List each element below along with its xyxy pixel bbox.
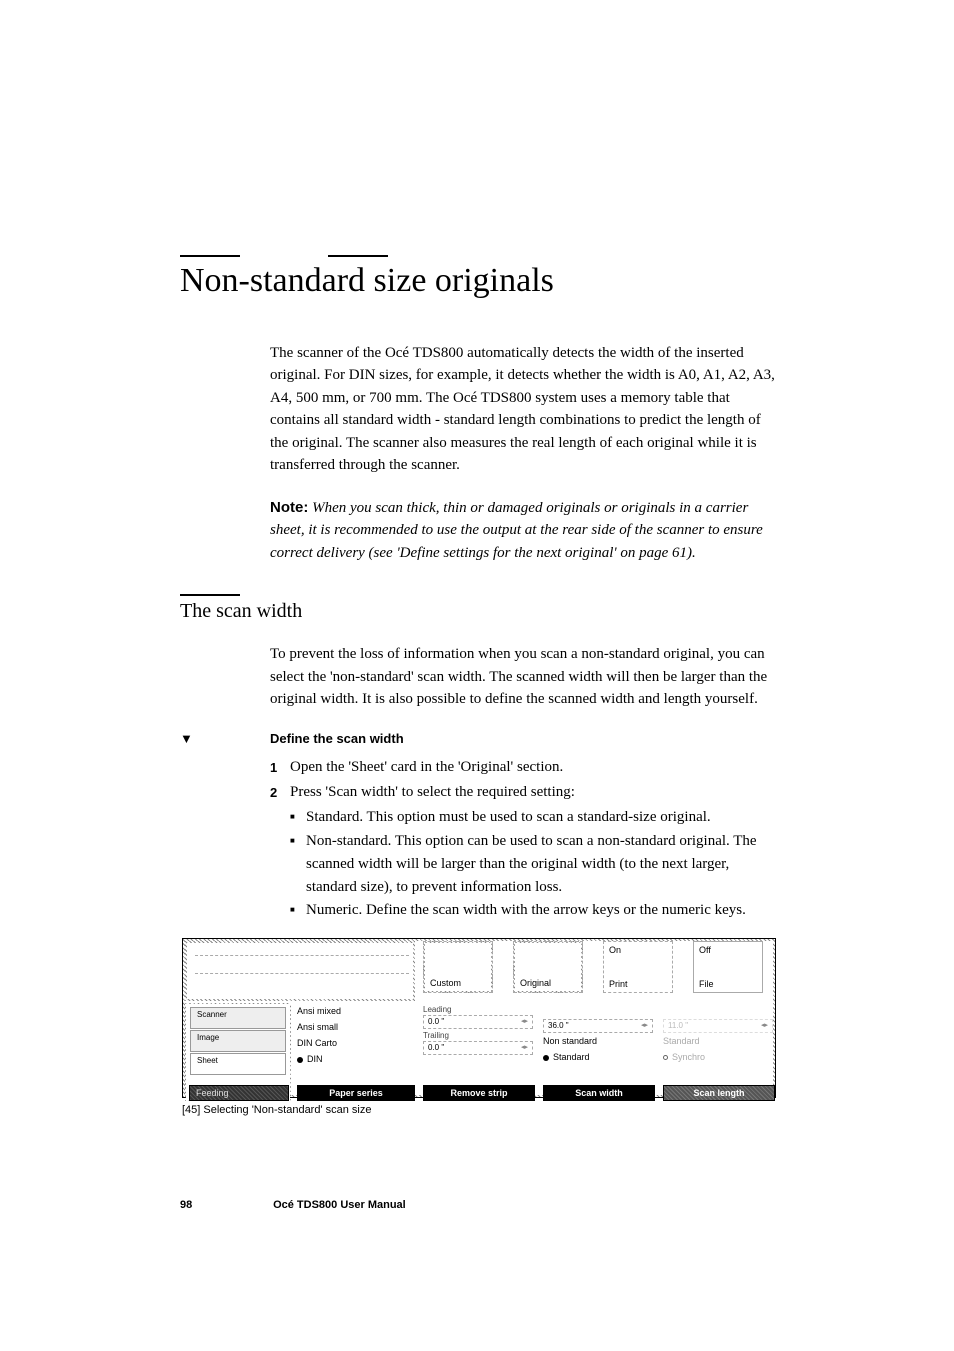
scan-length-column: 11.0 "◂▸ Standard Synchro: [663, 1003, 773, 1083]
side-tab-sheet: Sheet: [190, 1053, 286, 1075]
opt-length-synchro: Synchro: [663, 1049, 773, 1065]
top-tab-file: Off File: [693, 941, 763, 993]
top-tab-print-label: Print: [609, 979, 628, 989]
btn-scan-width: Scan width: [543, 1085, 655, 1101]
procedure-marker-icon: ▼: [180, 731, 193, 747]
paper-series-column: Ansi mixed Ansi small DIN Carto DIN: [297, 1003, 415, 1083]
trailing-value: 0.0 "◂▸: [423, 1041, 533, 1055]
top-tab-print: On Print: [603, 941, 673, 993]
panel-top-left-area: [185, 941, 415, 1001]
step-1-number: 1: [270, 758, 277, 778]
title-rule-left: [180, 255, 240, 257]
step-1: 1 Open the 'Sheet' card in the 'Original…: [270, 756, 780, 779]
note-text: When you scan thick, thin or damaged ori…: [270, 500, 763, 561]
step-2: 2 Press 'Scan width' to select the requi…: [270, 781, 780, 804]
top-tab-print-status: On: [609, 945, 621, 955]
opt-din-label: DIN: [307, 1054, 323, 1064]
leading-label: Leading: [423, 1005, 533, 1014]
subsection-rule: [180, 594, 240, 596]
stepper-icon: ◂▸: [521, 1042, 528, 1054]
opt-synchro-label: Synchro: [672, 1052, 705, 1062]
footer-text: Océ TDS800 User Manual: [273, 1199, 406, 1211]
note-paragraph: Note: When you scan thick, thin or damag…: [270, 497, 780, 565]
opt-standard: Standard: [543, 1049, 653, 1065]
top-tab-file-status: Off: [699, 945, 711, 955]
intro-paragraph: The scanner of the Océ TDS800 automatica…: [270, 342, 780, 477]
page-number: 98: [180, 1199, 270, 1211]
procedure-title: Define the scan width: [270, 731, 780, 746]
leading-value: 0.0 "◂▸: [423, 1015, 533, 1029]
bullet-2: Non-standard. This option can be used to…: [290, 830, 780, 900]
scan-length-value: 11.0 "◂▸: [663, 1019, 773, 1033]
top-tab-file-label: File: [699, 979, 714, 989]
subsection-title: The scan width: [180, 600, 780, 623]
bullet-1: Standard. This option must be used to sc…: [290, 806, 780, 829]
btn-paper-series: Paper series: [297, 1085, 415, 1101]
opt-non-standard: Non standard: [543, 1033, 653, 1049]
remove-strip-column: Leading 0.0 "◂▸ Trailing 0.0 "◂▸: [423, 1003, 533, 1083]
top-tab-custom: Custom: [423, 941, 493, 993]
scan-width-column: 36.0 "◂▸ Non standard Standard: [543, 1003, 653, 1083]
btn-scan-length: Scan length: [663, 1085, 775, 1101]
stepper-icon: ◂▸: [761, 1020, 768, 1032]
scanner-panel-figure: Custom Original OnPrint OffFile Scanner …: [182, 938, 776, 1098]
panel-bottom-row: Feeding Paper series Remove strip Scan w…: [185, 1085, 773, 1101]
step-2-text: Press 'Scan width' to select the require…: [290, 784, 575, 800]
step-2-number: 2: [270, 783, 277, 803]
opt-length-standard: Standard: [663, 1033, 773, 1049]
trailing-label: Trailing: [423, 1031, 533, 1040]
top-tab-original-label: Original: [520, 978, 551, 988]
page-title: Non-standard size originals: [180, 261, 780, 302]
opt-ansi-small: Ansi small: [297, 1019, 415, 1035]
opt-ansi-mixed: Ansi mixed: [297, 1003, 415, 1019]
btn-remove-strip: Remove strip: [423, 1085, 535, 1101]
step-1-text: Open the 'Sheet' card in the 'Original' …: [290, 759, 563, 775]
note-label: Note:: [270, 499, 308, 516]
side-tab-scanner: Scanner: [190, 1007, 286, 1029]
subsection-intro: To prevent the loss of information when …: [270, 643, 780, 711]
opt-din: DIN: [297, 1051, 415, 1067]
page-footer: 98 Océ TDS800 User Manual: [180, 1199, 406, 1211]
title-rule-right: [328, 255, 388, 257]
top-tab-original: Original: [513, 941, 583, 993]
stepper-icon: ◂▸: [521, 1016, 528, 1028]
stepper-icon: ◂▸: [641, 1020, 648, 1032]
scan-width-value: 36.0 "◂▸: [543, 1019, 653, 1033]
opt-din-carto: DIN Carto: [297, 1035, 415, 1051]
side-tab-feeding: Feeding: [189, 1085, 289, 1101]
top-tab-custom-label: Custom: [430, 978, 461, 988]
opt-standard-label: Standard: [553, 1052, 590, 1062]
side-tab-image: Image: [190, 1030, 286, 1052]
bullet-3: Numeric. Define the scan width with the …: [290, 899, 780, 922]
figure-caption: [45] Selecting 'Non-standard' scan size: [182, 1104, 776, 1116]
